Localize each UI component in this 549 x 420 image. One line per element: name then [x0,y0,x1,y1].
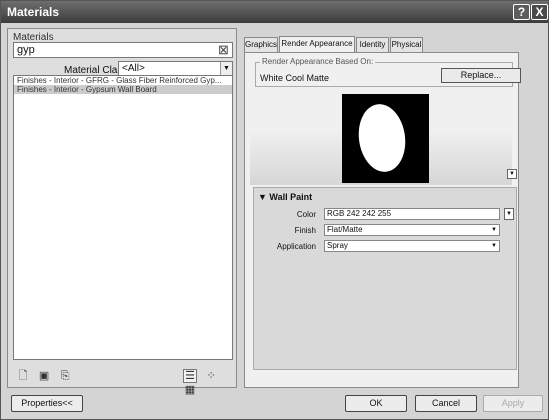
tab-graphics[interactable]: Graphics [244,37,278,52]
chevron-down-icon[interactable]: ▼ [489,225,499,235]
render-based-on-value: White Cool Matte [260,73,330,83]
cancel-button[interactable]: Cancel [415,395,477,412]
materials-dialog: Materials ? X Materials gyp ⊠ Material C… [0,0,549,420]
list-actions: 🗋 ▣ ⎘ [16,369,76,383]
tab-render-appearance[interactable]: Render Appearance [279,36,355,53]
window-title: Materials [7,5,60,19]
replace-button[interactable]: Replace... [441,68,521,83]
title-bar: Materials ? X [1,1,548,23]
small-icons-view-icon[interactable]: ⁘ [204,369,218,383]
wall-paint-title: Wall Paint [269,192,313,202]
help-button[interactable]: ? [513,4,530,20]
preview-sphere-image [342,94,429,183]
wall-paint-header[interactable]: ▼ Wall Paint [258,192,312,202]
apply-button[interactable]: Apply [483,395,543,412]
tab-identity[interactable]: Identity [356,37,389,52]
chevron-down-icon[interactable]: ▼ [489,241,499,251]
material-list[interactable]: Finishes - Interior - GFRG - Glass Fiber… [13,75,233,360]
clear-icon[interactable]: ⊠ [217,43,230,57]
tab-physical[interactable]: Physical [390,37,423,52]
chevron-down-icon[interactable]: ▼ [220,62,232,76]
color-value: RGB 242 242 255 [327,209,392,218]
preview-options-dropdown[interactable]: ▼ [507,169,517,179]
application-label: Application [276,242,316,251]
color-label: Color [296,210,316,219]
finish-select[interactable]: Flat/Matte ▼ [324,224,500,236]
material-class-value: <All> [122,63,145,74]
view-mode-actions: ☰ ⁘ ▦ [183,369,236,397]
search-input[interactable]: gyp ⊠ [13,42,233,58]
large-icons-view-icon[interactable]: ▦ [183,383,197,397]
application-select[interactable]: Spray ▼ [324,240,500,252]
close-button[interactable]: X [531,4,548,20]
duplicate-icon[interactable]: ⎘ [58,369,72,383]
render-based-on-group: Render Appearance Based On: White Cool M… [255,57,521,87]
list-item[interactable]: Finishes - Interior - GFRG - Glass Fiber… [14,76,232,85]
properties-toggle-button[interactable]: Properties<< [11,395,83,412]
render-based-on-label: Render Appearance Based On: [260,57,376,66]
list-view-icon[interactable]: ☰ [183,369,197,383]
ok-button[interactable]: OK [345,395,407,412]
color-dropdown-button[interactable]: ▼ [504,208,514,220]
search-value: gyp [17,44,35,56]
new-material-icon[interactable]: 🗋 [16,369,30,383]
color-field[interactable]: RGB 242 242 255 [324,208,500,220]
render-appearance-panel: Render Appearance Based On: White Cool M… [244,52,521,388]
application-value: Spray [327,241,348,250]
wall-paint-properties: ▼ Wall Paint Color RGB 242 242 255 ▼ Fin… [253,187,517,370]
list-item-selected[interactable]: Finishes - Interior - Gypsum Wall Board [14,85,232,94]
finish-label: Finish [294,226,316,235]
materials-panel: Materials gyp ⊠ Material Class: <All> ▼ … [7,28,237,396]
finish-value: Flat/Matte [327,225,363,234]
rename-icon[interactable]: ▣ [37,369,51,383]
material-preview [342,94,429,183]
